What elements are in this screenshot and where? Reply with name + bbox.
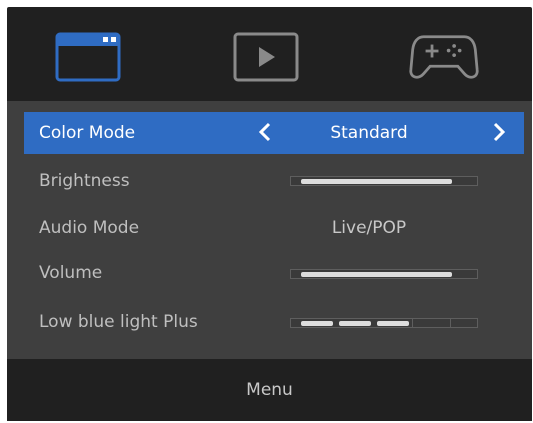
volume-slider[interactable] bbox=[290, 269, 478, 279]
color-mode-value: Standard bbox=[330, 123, 408, 143]
gamepad-icon bbox=[409, 35, 479, 79]
chevron-right-icon[interactable] bbox=[490, 120, 508, 144]
settings-list: Color Mode Standard Brightness Audio Mod… bbox=[7, 101, 532, 359]
brightness-slider-fill bbox=[301, 179, 452, 184]
level-segment-divider bbox=[412, 319, 413, 327]
window-icon bbox=[55, 32, 121, 82]
menu-item-label: Color Mode bbox=[39, 123, 136, 143]
menu-item-low-blue-light-plus[interactable]: Low blue light Plus bbox=[24, 301, 524, 343]
tab-game[interactable] bbox=[409, 29, 479, 85]
menu-item-label: Volume bbox=[39, 263, 103, 283]
level-segment bbox=[339, 321, 371, 326]
footer-bar: Menu bbox=[7, 359, 532, 421]
menu-item-label: Low blue light Plus bbox=[39, 312, 198, 332]
menu-item-volume[interactable]: Volume bbox=[24, 252, 524, 294]
volume-slider-fill bbox=[301, 272, 452, 277]
audio-mode-value: Live/POP bbox=[331, 218, 407, 238]
menu-item-color-mode[interactable]: Color Mode Standard bbox=[24, 112, 524, 154]
low-blue-light-level[interactable] bbox=[290, 318, 478, 328]
tab-movie[interactable] bbox=[231, 29, 301, 85]
menu-item-label: Audio Mode bbox=[39, 218, 140, 238]
tab-picture-mode[interactable] bbox=[53, 29, 123, 85]
level-segment bbox=[301, 321, 333, 326]
play-icon bbox=[233, 32, 299, 82]
level-segment bbox=[377, 321, 409, 326]
brightness-slider[interactable] bbox=[290, 176, 478, 186]
level-segment-divider bbox=[450, 319, 451, 327]
chevron-left-icon[interactable] bbox=[256, 120, 274, 144]
menu-item-audio-mode[interactable]: Audio Mode Live/POP bbox=[24, 207, 524, 249]
menu-button[interactable]: Menu bbox=[246, 380, 293, 400]
osd-menu: Color Mode Standard Brightness Audio Mod… bbox=[7, 7, 532, 421]
menu-item-label: Brightness bbox=[39, 171, 130, 191]
menu-item-brightness[interactable]: Brightness bbox=[24, 160, 524, 202]
tab-bar bbox=[7, 7, 532, 97]
